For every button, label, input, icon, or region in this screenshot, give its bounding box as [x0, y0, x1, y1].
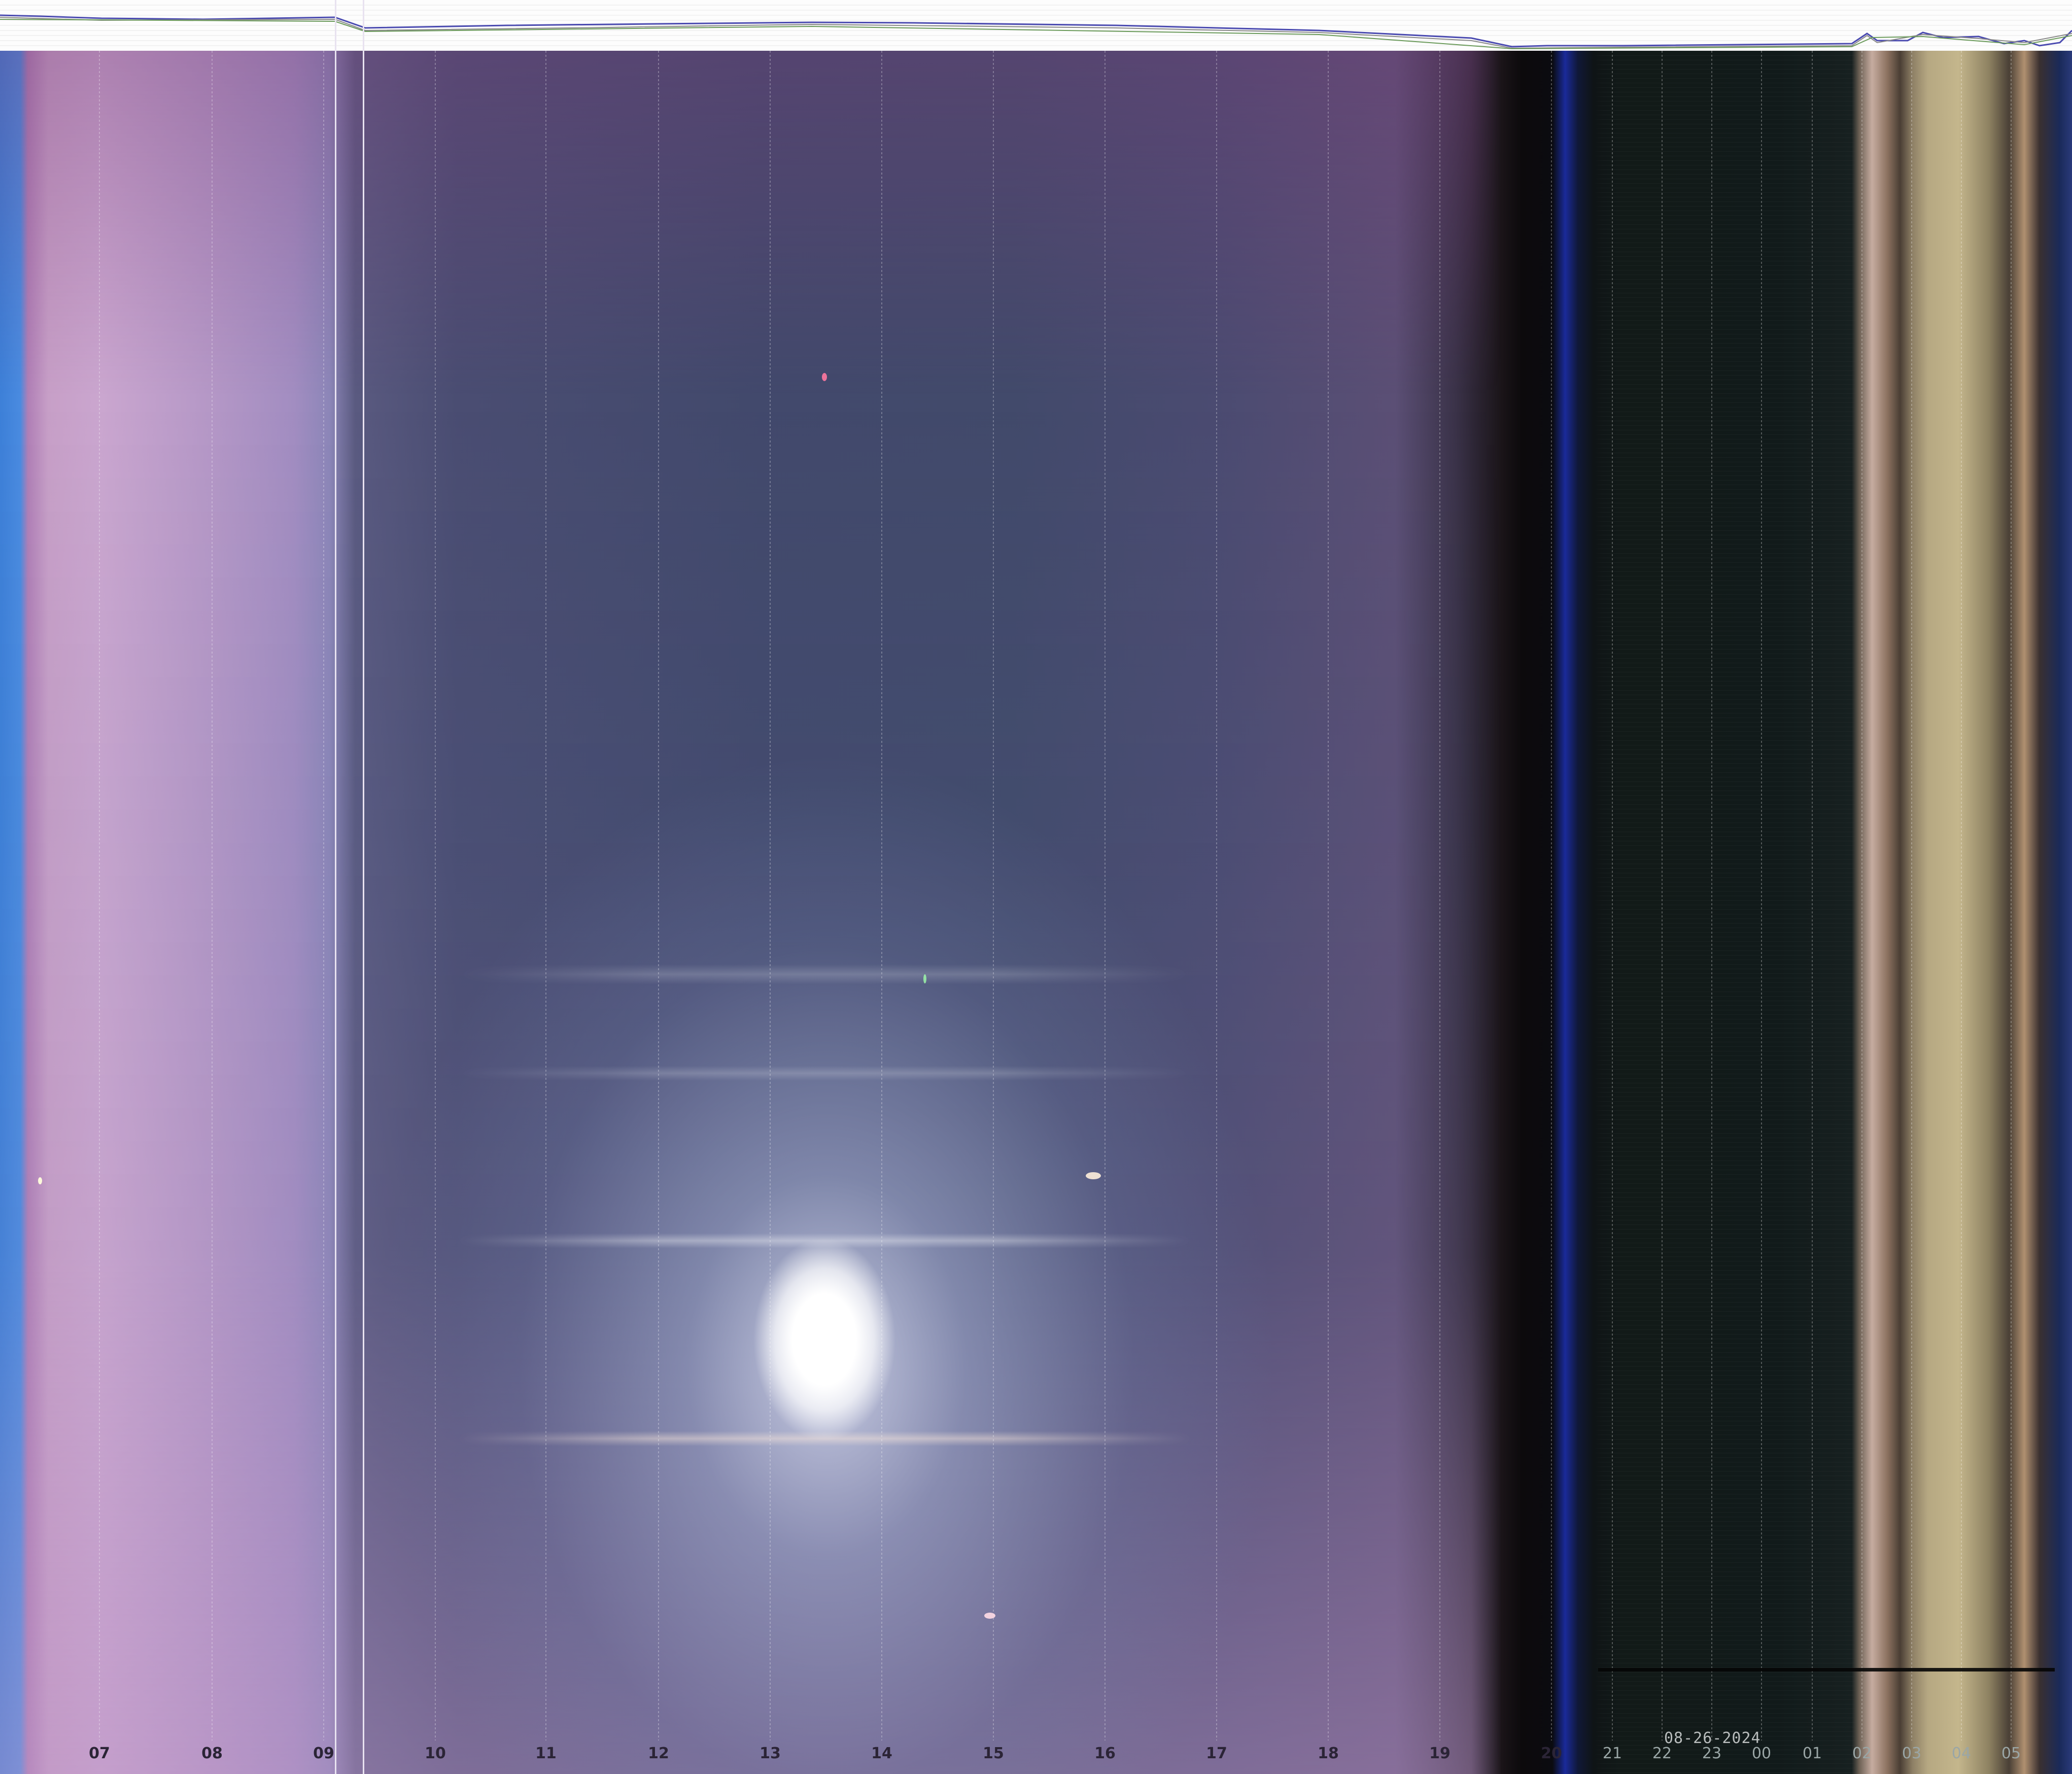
hour-label: 07 [89, 1745, 110, 1762]
hour-label: 05 [2001, 1745, 2021, 1762]
hour-label: 18 [1318, 1745, 1339, 1762]
hour-label: 09 [313, 1745, 334, 1762]
hour-label: 04 [1951, 1745, 1972, 1762]
hour-label: 13 [759, 1745, 781, 1762]
hour-label: 17 [1206, 1745, 1227, 1762]
lens-flare-spot [822, 373, 827, 381]
hour-gridlines [99, 51, 2012, 1741]
hour-label: 08 [201, 1745, 223, 1762]
hour-label: 21 [1602, 1745, 1622, 1762]
date-label: 08-26-2024 [1664, 1729, 1761, 1747]
hour-label: 12 [648, 1745, 669, 1762]
hour-label: 22 [1652, 1745, 1672, 1762]
hour-label: 20 [1541, 1745, 1562, 1762]
lens-flare-spot [1086, 1172, 1101, 1179]
hour-label: 03 [1902, 1745, 1922, 1762]
hour-label: 10 [425, 1745, 446, 1762]
hour-label: 16 [1094, 1745, 1116, 1762]
hour-label: 11 [535, 1745, 557, 1762]
lens-flare-spot [984, 1613, 995, 1619]
hour-label: 14 [871, 1745, 892, 1762]
horizon-dark-line [1598, 1668, 2055, 1671]
hour-label: 01 [1802, 1745, 1822, 1762]
hour-label: 02 [1852, 1745, 1872, 1762]
hour-label: 19 [1429, 1745, 1451, 1762]
hour-label: 00 [1751, 1745, 1772, 1762]
lens-flare-spot [38, 1177, 42, 1184]
lens-flare-spot [923, 974, 926, 983]
hour-label: 23 [1702, 1745, 1722, 1762]
hour-label: 15 [983, 1745, 1004, 1762]
keogram-image: 07 08 09 10 11 12 13 14 15 16 17 18 19 2… [0, 0, 2072, 1774]
